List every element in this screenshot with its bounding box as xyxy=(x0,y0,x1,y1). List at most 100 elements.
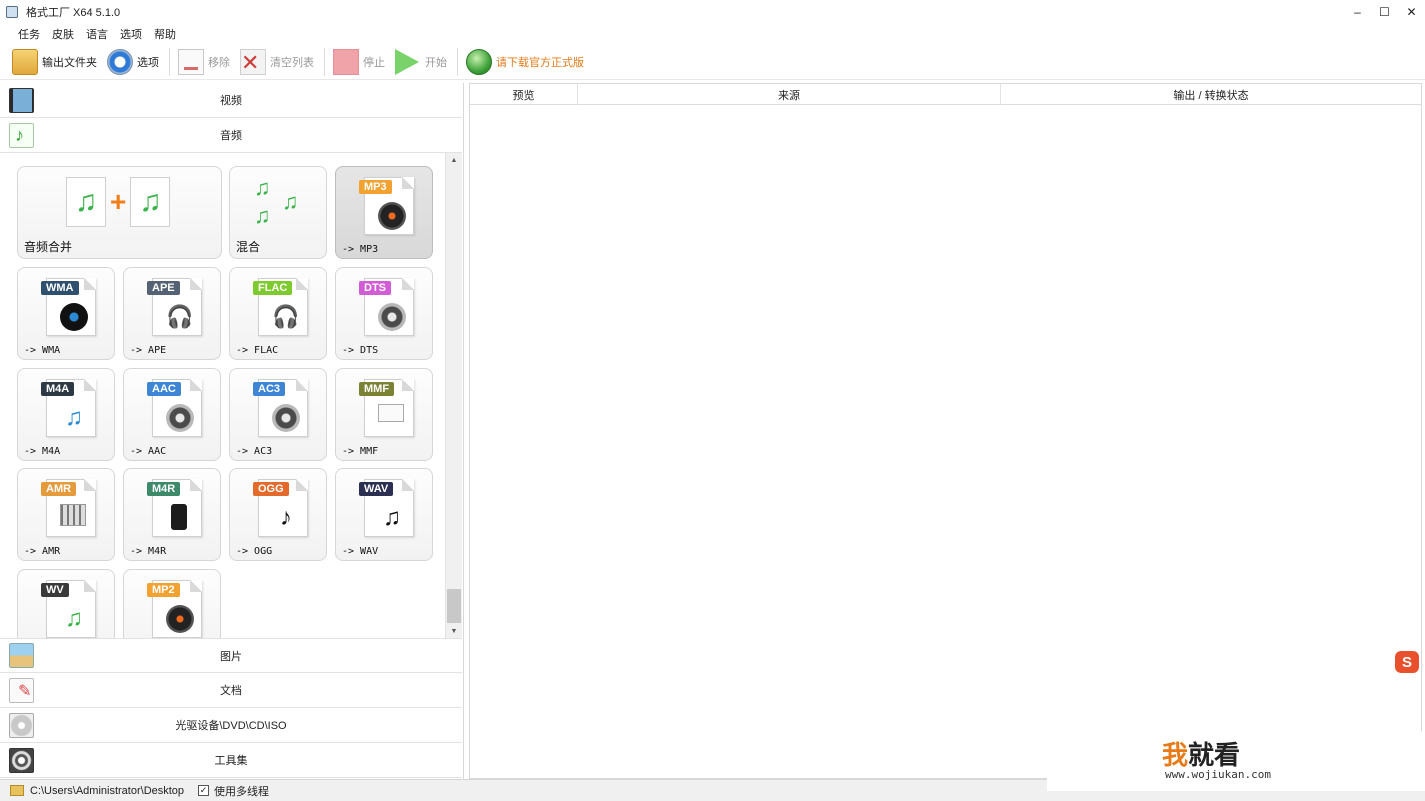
tile-mix[interactable]: ♫ ♫ ♫ 混合 xyxy=(229,166,327,259)
clear-list-label: 清空列表 xyxy=(270,56,314,69)
music-note-icon: ♫ xyxy=(254,175,271,200)
tile-label: -> WMA xyxy=(24,345,61,356)
options-button[interactable]: 选项 xyxy=(107,46,159,78)
format-badge: MMF xyxy=(359,382,395,396)
menu-skin[interactable]: 皮肤 xyxy=(46,26,80,42)
category-image[interactable]: 图片 xyxy=(0,638,462,673)
tile-aac[interactable]: AAC -> AAC xyxy=(123,368,221,461)
speaker-icon xyxy=(166,404,194,432)
maximize-button[interactable]: ☐ xyxy=(1371,0,1398,24)
scroll-thumb[interactable] xyxy=(447,589,461,623)
clear-list-button[interactable]: ✕ 清空列表 xyxy=(240,46,314,78)
wma-file-icon: WMA xyxy=(41,278,96,336)
format-badge: AMR xyxy=(41,482,77,496)
ape-file-icon: APE 🎧 xyxy=(147,278,202,336)
output-folder-label: 输出文件夹 xyxy=(42,56,97,69)
tile-label: -> MMF xyxy=(342,446,379,457)
tile-dts[interactable]: DTS -> DTS xyxy=(335,267,433,360)
column-output-status[interactable]: 输出 / 转换状态 xyxy=(1001,84,1421,105)
headphones-icon: 🎧 xyxy=(272,304,300,329)
tile-audio-merge[interactable]: ♫ + ♫ 音频合并 xyxy=(17,166,222,259)
output-path[interactable]: C:\Users\Administrator\Desktop xyxy=(30,785,184,797)
watermark-brand-rest: 就看 xyxy=(1188,740,1241,770)
tile-wv[interactable]: WV ♫ xyxy=(17,569,115,638)
output-folder-button[interactable]: 输出文件夹 xyxy=(12,46,97,78)
menu-task[interactable]: 任务 xyxy=(12,26,46,42)
tile-flac[interactable]: FLAC 🎧 -> FLAC xyxy=(229,267,327,360)
tile-m4a[interactable]: M4A ♫ -> M4A xyxy=(17,368,115,461)
format-badge: APE xyxy=(147,281,180,295)
category-video-label: 视频 xyxy=(220,95,242,107)
m4a-file-icon: M4A ♫ xyxy=(41,379,96,437)
amr-file-icon: AMR xyxy=(41,479,96,537)
category-tools-label: 工具集 xyxy=(214,755,248,767)
m4r-file-icon: M4R xyxy=(147,479,202,537)
start-label: 开始 xyxy=(425,56,447,69)
stop-label: 停止 xyxy=(363,56,385,69)
tile-ac3[interactable]: AC3 -> AC3 xyxy=(229,368,327,461)
tile-label: -> DTS xyxy=(342,345,379,356)
toolbar-separator xyxy=(324,47,325,76)
tile-label: -> WAV xyxy=(342,546,379,557)
format-badge: WV xyxy=(41,583,69,597)
menu-options[interactable]: 选项 xyxy=(114,26,148,42)
music-note-icon: ♫ xyxy=(65,605,83,632)
mp2-file-icon: MP2 xyxy=(147,580,202,638)
tile-mmf[interactable]: MMF -> MMF xyxy=(335,368,433,461)
multithread-checkbox[interactable]: ✓ xyxy=(198,785,210,796)
category-audio-label: 音频 xyxy=(220,130,242,142)
grid-scrollbar[interactable]: ▲ ▼ xyxy=(445,153,462,638)
toolbar-separator xyxy=(169,47,170,76)
folder-icon xyxy=(10,785,24,796)
wv-file-icon: WV ♫ xyxy=(41,580,96,638)
column-preview[interactable]: 预览 xyxy=(470,84,578,105)
tile-amr[interactable]: AMR -> AMR xyxy=(17,468,115,561)
close-button[interactable]: ✕ xyxy=(1398,0,1425,24)
category-video[interactable]: 视频 xyxy=(0,83,462,118)
tile-label: -> AC3 xyxy=(236,446,273,457)
tile-mp2[interactable]: MP2 xyxy=(123,569,221,638)
window-title: 格式工厂 X64 5.1.0 xyxy=(26,7,121,19)
tile-label: -> M4A xyxy=(24,446,61,457)
category-tools[interactable]: 工具集 xyxy=(0,743,462,778)
ac3-file-icon: AC3 xyxy=(253,379,308,437)
tile-wma[interactable]: WMA -> WMA xyxy=(17,267,115,360)
watermark: 我就看 www.wojiukan.com xyxy=(1047,731,1425,791)
picture-icon xyxy=(9,643,34,668)
category-disc[interactable]: 光驱设备\DVD\CD\ISO xyxy=(0,708,462,743)
envelope-icon xyxy=(378,404,404,422)
stop-button[interactable]: 停止 xyxy=(333,46,385,78)
task-list-header: 预览 来源 输出 / 转换状态 xyxy=(470,84,1421,105)
tile-mp3[interactable]: MP3 -> MP3 xyxy=(335,166,433,259)
start-button[interactable]: 开始 xyxy=(395,46,447,78)
remove-button[interactable]: 移除 xyxy=(178,46,230,78)
tile-label: -> MP3 xyxy=(342,244,379,255)
menu-help[interactable]: 帮助 xyxy=(148,26,182,42)
category-audio[interactable]: 音频 xyxy=(0,118,462,153)
category-document[interactable]: 文档 xyxy=(0,673,462,708)
task-list: 预览 来源 输出 / 转换状态 xyxy=(469,83,1422,779)
tile-label: 混合 xyxy=(236,240,261,254)
tile-wav[interactable]: WAV ♫ -> WAV xyxy=(335,468,433,561)
tile-ogg[interactable]: OGG ♪ -> OGG xyxy=(229,468,327,561)
tile-label: -> AAC xyxy=(130,446,167,457)
menu-language[interactable]: 语言 xyxy=(80,26,114,42)
disc-drive-icon xyxy=(9,712,34,738)
mmf-file-icon: MMF xyxy=(359,379,414,437)
column-source[interactable]: 来源 xyxy=(578,84,1001,105)
tile-ape[interactable]: APE 🎧 -> APE xyxy=(123,267,221,360)
download-official-button[interactable]: 请下载官方正式版 xyxy=(466,46,584,78)
minimize-button[interactable]: – xyxy=(1344,0,1371,24)
mixer-icon xyxy=(60,504,86,526)
scroll-down-arrow[interactable]: ▼ xyxy=(446,624,462,638)
format-badge: WMA xyxy=(41,281,79,295)
play-icon xyxy=(395,48,421,75)
scroll-up-arrow[interactable]: ▲ xyxy=(446,153,462,167)
sogou-ime-icon[interactable]: S xyxy=(1395,651,1419,673)
format-badge: M4A xyxy=(41,382,75,396)
tile-m4r[interactable]: M4R -> M4R xyxy=(123,468,221,561)
format-badge: AAC xyxy=(147,382,181,396)
music-notes-icon: ♫ xyxy=(383,504,401,531)
film-icon xyxy=(9,87,34,113)
format-badge: OGG xyxy=(253,482,289,496)
